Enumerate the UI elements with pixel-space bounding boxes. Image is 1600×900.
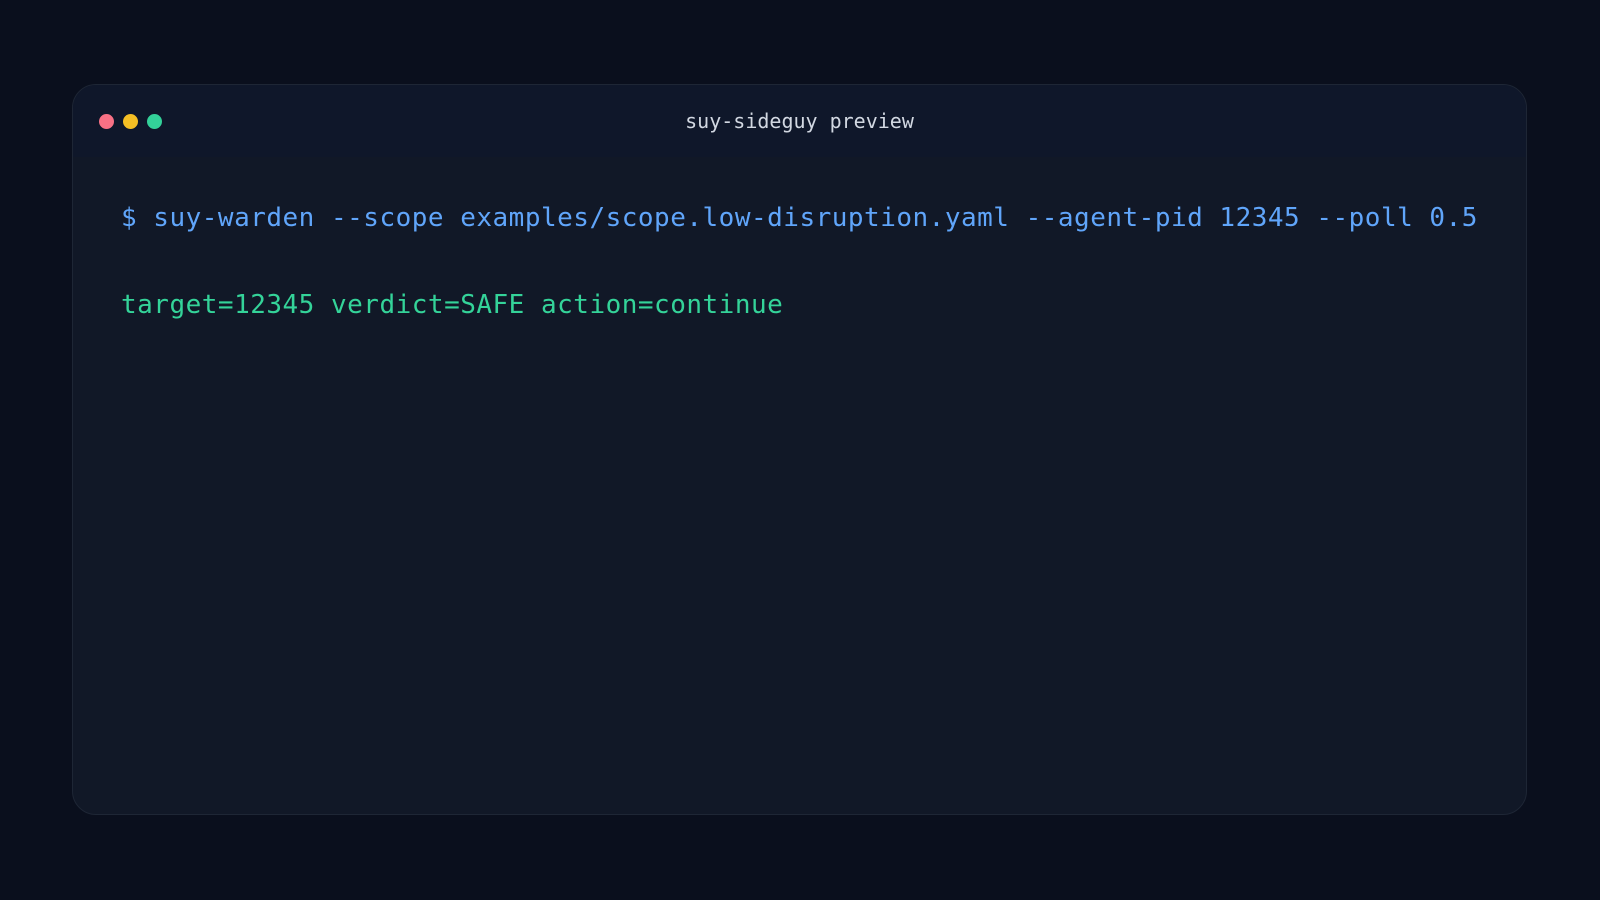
terminal-body[interactable]: $ suy-warden --scope examples/scope.low-… — [73, 157, 1526, 814]
window-titlebar[interactable]: suy-sideguy preview — [73, 85, 1526, 157]
terminal-output-line: target=12345 verdict=SAFE action=continu… — [121, 290, 784, 320]
window-title: suy-sideguy preview — [685, 109, 914, 133]
terminal-window: suy-sideguy preview $ suy-warden --scope… — [72, 84, 1527, 815]
terminal-command-line: $ suy-warden --scope examples/scope.low-… — [121, 203, 1478, 233]
